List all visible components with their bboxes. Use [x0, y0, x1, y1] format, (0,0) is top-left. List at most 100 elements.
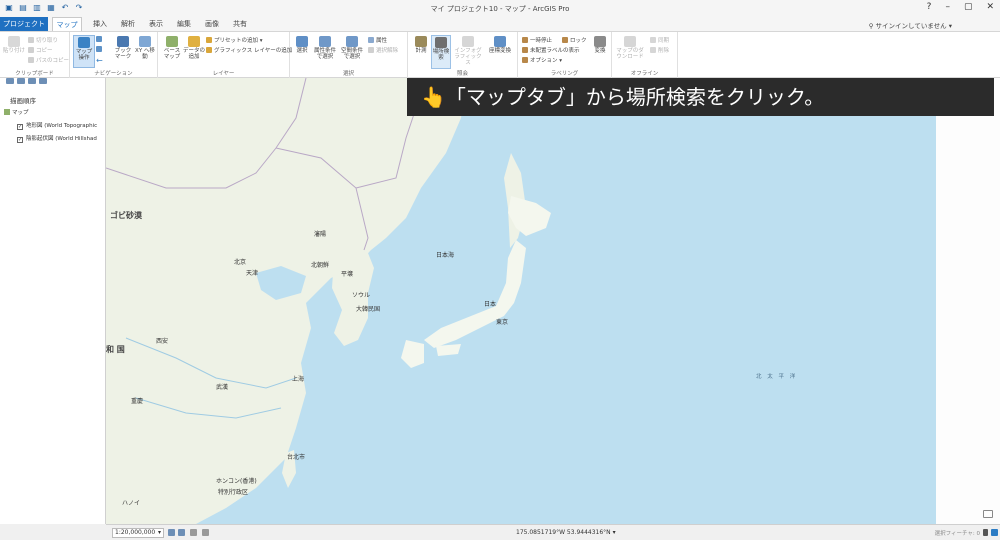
- table-view-icon[interactable]: [190, 529, 197, 536]
- kyushu: [401, 340, 424, 368]
- label-pyongyang: 平壌: [341, 271, 354, 278]
- close-icon[interactable]: ✕: [986, 2, 994, 12]
- label-tianjin: 天津: [246, 270, 259, 277]
- lock-labels-button[interactable]: ロック: [562, 36, 587, 44]
- label-beijing: 北京: [234, 259, 247, 266]
- map-gallery-icon[interactable]: [983, 510, 993, 518]
- tab-analysis[interactable]: 解析: [116, 17, 140, 31]
- scale-selector[interactable]: 1:20,000,000 ▾: [112, 528, 164, 538]
- label-shanghai: 上海: [292, 376, 305, 383]
- tab-imagery[interactable]: 画像: [200, 17, 224, 31]
- download-icon: [624, 36, 636, 47]
- help-icon[interactable]: ?: [927, 2, 932, 12]
- tab-share[interactable]: 共有: [228, 17, 252, 31]
- copy-path-button[interactable]: パスのコピー: [28, 56, 69, 64]
- signin-status[interactable]: ⚲ サインインしていません ▾: [869, 20, 952, 30]
- window-controls: ? – ▢ ✕: [927, 2, 994, 12]
- label-china: 和 国: [106, 345, 125, 354]
- tab-map[interactable]: マップ: [52, 17, 82, 31]
- cut-icon: [28, 37, 34, 43]
- clear-selection-button[interactable]: 選択解除: [368, 46, 398, 54]
- tab-project[interactable]: プロジェクト: [0, 17, 48, 31]
- explore-button[interactable]: マップ操作: [73, 35, 95, 68]
- pause-drawing-icon[interactable]: [983, 529, 988, 536]
- offline-group: マップのダウンロード 同期 削除 オフライン: [612, 32, 678, 78]
- tab-edit[interactable]: 編集: [172, 17, 196, 31]
- bookmark-button[interactable]: ブック マーク: [112, 36, 134, 60]
- add-data-button[interactable]: データの追加: [183, 36, 205, 60]
- locate-button[interactable]: 場所検索: [431, 35, 451, 69]
- sync-button[interactable]: 同期: [650, 36, 669, 44]
- cut-button[interactable]: 切り取り: [28, 36, 58, 44]
- location-select-icon: [346, 36, 358, 47]
- label-options-button[interactable]: オプション ▾: [522, 56, 562, 64]
- label-north-pacific: 北 太 平 洋: [756, 374, 798, 380]
- tab-view[interactable]: 表示: [144, 17, 168, 31]
- pause-labeling-button[interactable]: 一時停止: [522, 36, 552, 44]
- add-preset-button[interactable]: プリセットの追加 ▾: [206, 36, 263, 44]
- grid-icon[interactable]: [168, 529, 175, 536]
- selected-features-count: 選択フィーチャ: 0: [934, 531, 980, 537]
- layer-group-label: レイヤー: [212, 71, 235, 77]
- basemap-graphic: [106, 78, 551, 524]
- goto-xy-button[interactable]: XY へ移動: [134, 36, 156, 60]
- refresh-rate-icon[interactable]: [202, 529, 209, 536]
- coordinate-readout: 175.0851719°W 53.9444316°N ▾: [516, 529, 616, 536]
- layer-visibility-checkbox[interactable]: ✓: [17, 137, 23, 143]
- lock-icon: [562, 37, 568, 43]
- infographics-button[interactable]: インフォグラフィックス: [453, 36, 483, 66]
- map-node[interactable]: マップ: [4, 108, 29, 116]
- remove-button[interactable]: 削除: [650, 46, 669, 54]
- layer-item-topographic[interactable]: ✓ 地形図 (World Topographic: [17, 121, 97, 130]
- layer-item-hillshade[interactable]: ✓ 陰影起伏図 (World Hillshad: [17, 134, 97, 143]
- list-by-source-icon[interactable]: [17, 78, 25, 84]
- inquiry-group-label: 照会: [456, 71, 468, 77]
- select-button[interactable]: 選択: [292, 36, 312, 54]
- list-by-selection-icon[interactable]: [28, 78, 36, 84]
- zoom-icon: [96, 46, 102, 52]
- convert-labels-button[interactable]: 変換: [590, 36, 610, 54]
- label-chongqing: 重慶: [131, 398, 144, 405]
- maximize-icon[interactable]: ▢: [964, 2, 973, 12]
- show-unplaced-labels-button[interactable]: 未配置ラベルの表示: [522, 46, 580, 54]
- attributes-button[interactable]: 属性: [368, 36, 387, 44]
- graphics-layer-icon: [206, 47, 212, 53]
- clipboard-group-label: クリップボード: [15, 71, 54, 77]
- fixed-zoom-button[interactable]: [96, 46, 104, 53]
- back-arrow-icon: ←: [96, 56, 103, 65]
- ribbon-tab-bar: プロジェクト マップ 挿入 解析 表示 編集 画像 共有 ⚲ サインインしていま…: [0, 17, 1000, 31]
- ribbon: 貼り付け 切り取り コピー パスのコピー クリップボード マップ操作 ← ブック…: [0, 31, 1000, 78]
- title-bar: ▣ ▤ ▥ ▦ ↶ ↷ マイ プロジェクト10 - マップ - ArcGIS P…: [0, 0, 1000, 17]
- remove-icon: [650, 47, 656, 53]
- preset-icon: [206, 37, 212, 43]
- copy-icon: [28, 47, 34, 53]
- measure-button[interactable]: 計測: [411, 36, 431, 54]
- globe-icon: [96, 36, 102, 42]
- previous-extent-button[interactable]: ←: [96, 56, 103, 65]
- label-tokyo: 東京: [496, 319, 509, 326]
- full-extent-button[interactable]: [96, 36, 104, 43]
- navigation-group: マップ操作 ← ブック マーク XY へ移動 ナビゲーション: [70, 32, 158, 78]
- layer-visibility-checkbox[interactable]: ✓: [17, 124, 23, 130]
- minimize-icon[interactable]: –: [945, 2, 950, 12]
- list-by-drawing-order-icon[interactable]: [6, 78, 14, 84]
- label-hongkong: ホンコン(香港): [216, 478, 257, 485]
- select-by-attribute-button[interactable]: 属性条件で選択: [312, 36, 338, 60]
- label-south-korea: 大韓民国: [356, 306, 381, 313]
- tab-insert[interactable]: 挿入: [88, 17, 112, 31]
- coordinate-conversion-button[interactable]: 座標変換: [485, 36, 515, 54]
- label-sea-of-japan: 日本海: [436, 252, 455, 259]
- label-japan: 日本: [484, 301, 497, 308]
- add-graphics-layer-button[interactable]: グラフィックス レイヤーの追加: [206, 46, 292, 54]
- basemap-button[interactable]: ベース マップ: [161, 36, 183, 60]
- label-hongkong-sar: 特別行政区: [218, 489, 249, 496]
- map-view[interactable]: ゴビ砂漠 北京 天津 北朝鮮 平壌 ソウル 大韓民国 瀋陽 日本 東京 日本海 …: [106, 78, 936, 524]
- copy-button[interactable]: コピー: [28, 46, 53, 54]
- snapping-icon[interactable]: [178, 529, 185, 536]
- download-map-button[interactable]: マップのダウンロード: [615, 36, 645, 60]
- paste-button[interactable]: 貼り付け: [2, 36, 26, 54]
- ruler-icon: [415, 36, 427, 47]
- list-by-editing-icon[interactable]: [39, 78, 47, 84]
- select-by-location-button[interactable]: 空間条件で選択: [339, 36, 365, 60]
- refresh-icon[interactable]: [991, 529, 998, 536]
